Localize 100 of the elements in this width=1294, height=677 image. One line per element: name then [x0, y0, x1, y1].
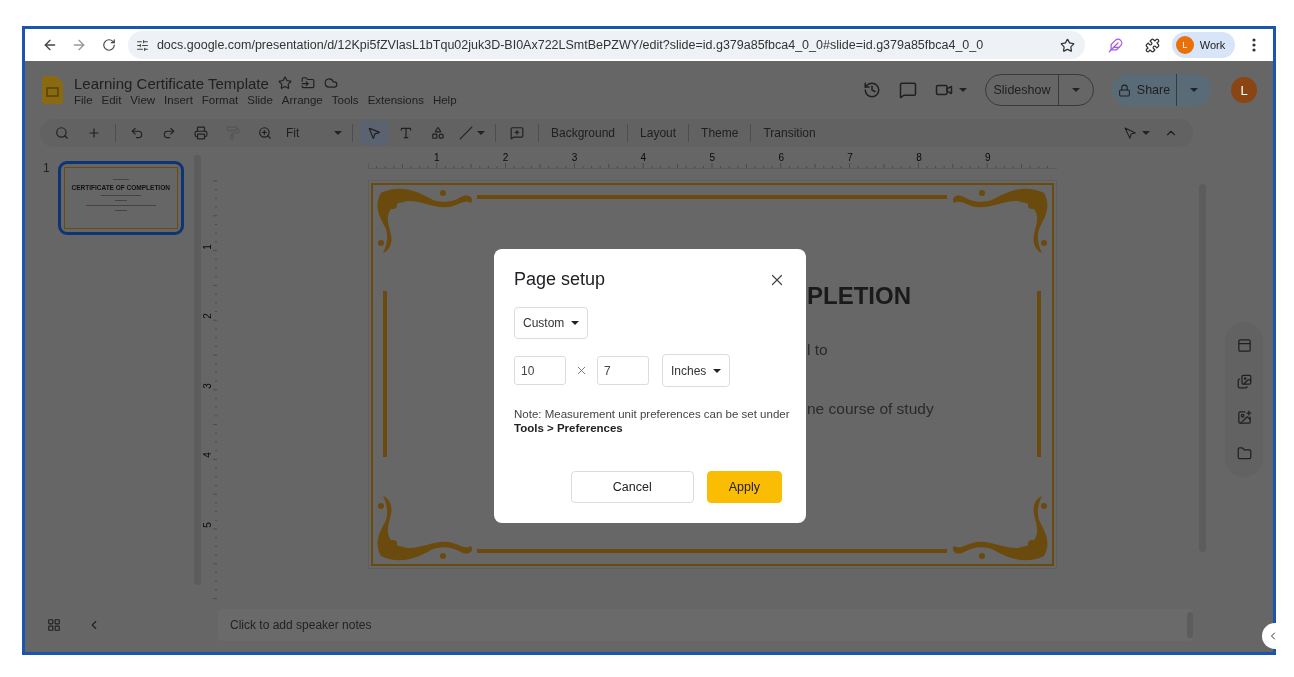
ruler-number: 9	[985, 153, 991, 163]
dialog-note: Note: Measurement unit preferences can be set under Tools > Preferences	[514, 407, 791, 435]
menu-item[interactable]: Insert	[164, 93, 197, 106]
dialog-title: Page setup	[514, 269, 606, 290]
grid-icon	[47, 618, 61, 632]
ruler-number: 1	[433, 153, 440, 163]
toolbar-menu-button[interactable]: Theme	[696, 121, 744, 145]
ruler-number: 3	[202, 382, 213, 389]
cursor-icon	[367, 126, 381, 140]
caret-icon	[1072, 88, 1080, 92]
star-icon	[277, 76, 292, 90]
more-icon	[1252, 38, 1257, 52]
slide-number: 1	[43, 161, 50, 177]
menu-item[interactable]: Tools	[331, 93, 363, 106]
redo-icon	[162, 126, 176, 140]
history-icon	[863, 81, 881, 99]
document-title[interactable]: Learning Certificate Template	[74, 74, 269, 92]
version-history-button[interactable]	[863, 81, 881, 99]
bookmark-button[interactable]	[1058, 37, 1077, 53]
unit-dropdown[interactable]: Inches	[662, 354, 731, 387]
panel-icon	[1236, 338, 1252, 354]
images-icon	[1236, 374, 1252, 390]
pointer-icon	[1124, 126, 1137, 140]
menu-item[interactable]: Extensions	[367, 93, 428, 106]
image-plus-icon	[1236, 409, 1252, 425]
apply-button[interactable]: Apply	[706, 471, 782, 503]
caret-icon	[477, 131, 485, 135]
menu-item[interactable]: Help	[432, 93, 461, 106]
caret-icon	[1190, 88, 1198, 92]
star-button[interactable]	[277, 76, 292, 90]
ruler-number: 2	[202, 313, 213, 319]
ruler-number: 6	[778, 153, 784, 163]
ruler-number: 5	[709, 153, 716, 163]
ruler-number: 5	[202, 521, 213, 528]
menu-item[interactable]: Format	[201, 93, 243, 106]
menu-item[interactable]: View	[130, 93, 160, 106]
ruler-number: 2	[502, 153, 509, 163]
search-icon	[55, 126, 69, 140]
profile-label: Work	[1199, 39, 1226, 51]
address-bar[interactable]: docs.google.com/presentation/d/12Kpi5fZVlasL1bTqu02juk3D-BI0Ax722LSmtBePZWY/edit?slide=id.g379a85fbca4_0_0#slide=id.g379a85fbca4_0_0	[127, 31, 1085, 59]
menu-item[interactable]: File	[74, 93, 97, 106]
preset-dropdown[interactable]: Custom	[514, 307, 589, 339]
slides-logo-icon[interactable]	[42, 76, 63, 104]
folder-move-icon	[300, 76, 315, 90]
side-panel-button[interactable]	[1236, 338, 1252, 354]
speaker-notes-placeholder: Click to add speaker notes	[230, 618, 372, 632]
caret-icon	[571, 321, 580, 325]
side-panel-button[interactable]	[1236, 445, 1252, 461]
menu-item[interactable]: Slide	[247, 93, 277, 106]
cloud-status-button[interactable]	[323, 76, 338, 90]
extensions-button[interactable]	[1144, 37, 1162, 53]
cloud-icon	[323, 76, 338, 90]
grid-view-button[interactable]	[47, 618, 61, 632]
account-avatar[interactable]: L	[1231, 77, 1257, 103]
lock-icon	[1117, 83, 1131, 97]
select-tool-button[interactable]	[360, 121, 388, 145]
side-panel-button[interactable]	[1236, 374, 1252, 390]
profile-chip[interactable]: L Work	[1171, 32, 1236, 58]
folder-icon	[1236, 445, 1252, 461]
undo-icon	[130, 126, 144, 140]
text-icon	[399, 126, 413, 140]
ruler-number: 4	[202, 452, 213, 458]
reload-icon	[102, 38, 117, 52]
profile-avatar: L	[1175, 36, 1194, 54]
zoom-in-icon	[258, 126, 272, 140]
ruler-number: 3	[571, 153, 578, 163]
line-icon	[459, 126, 473, 140]
shapes-icon	[431, 126, 445, 140]
menu-item[interactable]: Edit	[101, 93, 126, 106]
toolbar-menu-button[interactable]: Layout	[635, 121, 682, 145]
times-icon	[575, 364, 588, 377]
caret-icon	[959, 88, 967, 92]
zoom-select[interactable]: Fit	[283, 121, 345, 145]
menu-item[interactable]: Arrange	[281, 93, 327, 106]
height-input[interactable]: 7	[597, 356, 649, 385]
ruler-number: 7	[847, 153, 853, 163]
slide-text: l to	[807, 341, 828, 359]
printer-icon	[194, 126, 208, 140]
feather-icon	[1107, 37, 1123, 53]
caret-icon	[1142, 131, 1150, 135]
site-settings-icon	[135, 38, 149, 52]
puzzle-icon	[1145, 37, 1161, 53]
star-icon	[1060, 37, 1076, 53]
speaker-notes-field[interactable]: Click to add speaker notes	[218, 609, 1193, 641]
caret-icon	[713, 368, 722, 373]
comment-icon	[899, 81, 917, 99]
move-button[interactable]	[300, 76, 315, 90]
ruler-number: 1	[202, 243, 213, 250]
slide-heading: PLETION	[807, 282, 911, 310]
caret-icon	[334, 131, 342, 135]
ruler-number: 4	[640, 153, 647, 163]
comment-plus-icon	[510, 126, 524, 140]
cancel-button[interactable]: Cancel	[570, 471, 694, 503]
comments-button[interactable]	[899, 81, 917, 99]
toolbar-menu-button[interactable]: Background	[546, 121, 621, 145]
slide-text: ne course of study	[807, 400, 934, 418]
feather-button[interactable]	[1106, 37, 1125, 53]
width-input[interactable]: 10	[514, 356, 566, 385]
toolbar-menu-button[interactable]: Transition	[758, 121, 821, 145]
side-panel-button[interactable]	[1236, 409, 1252, 425]
